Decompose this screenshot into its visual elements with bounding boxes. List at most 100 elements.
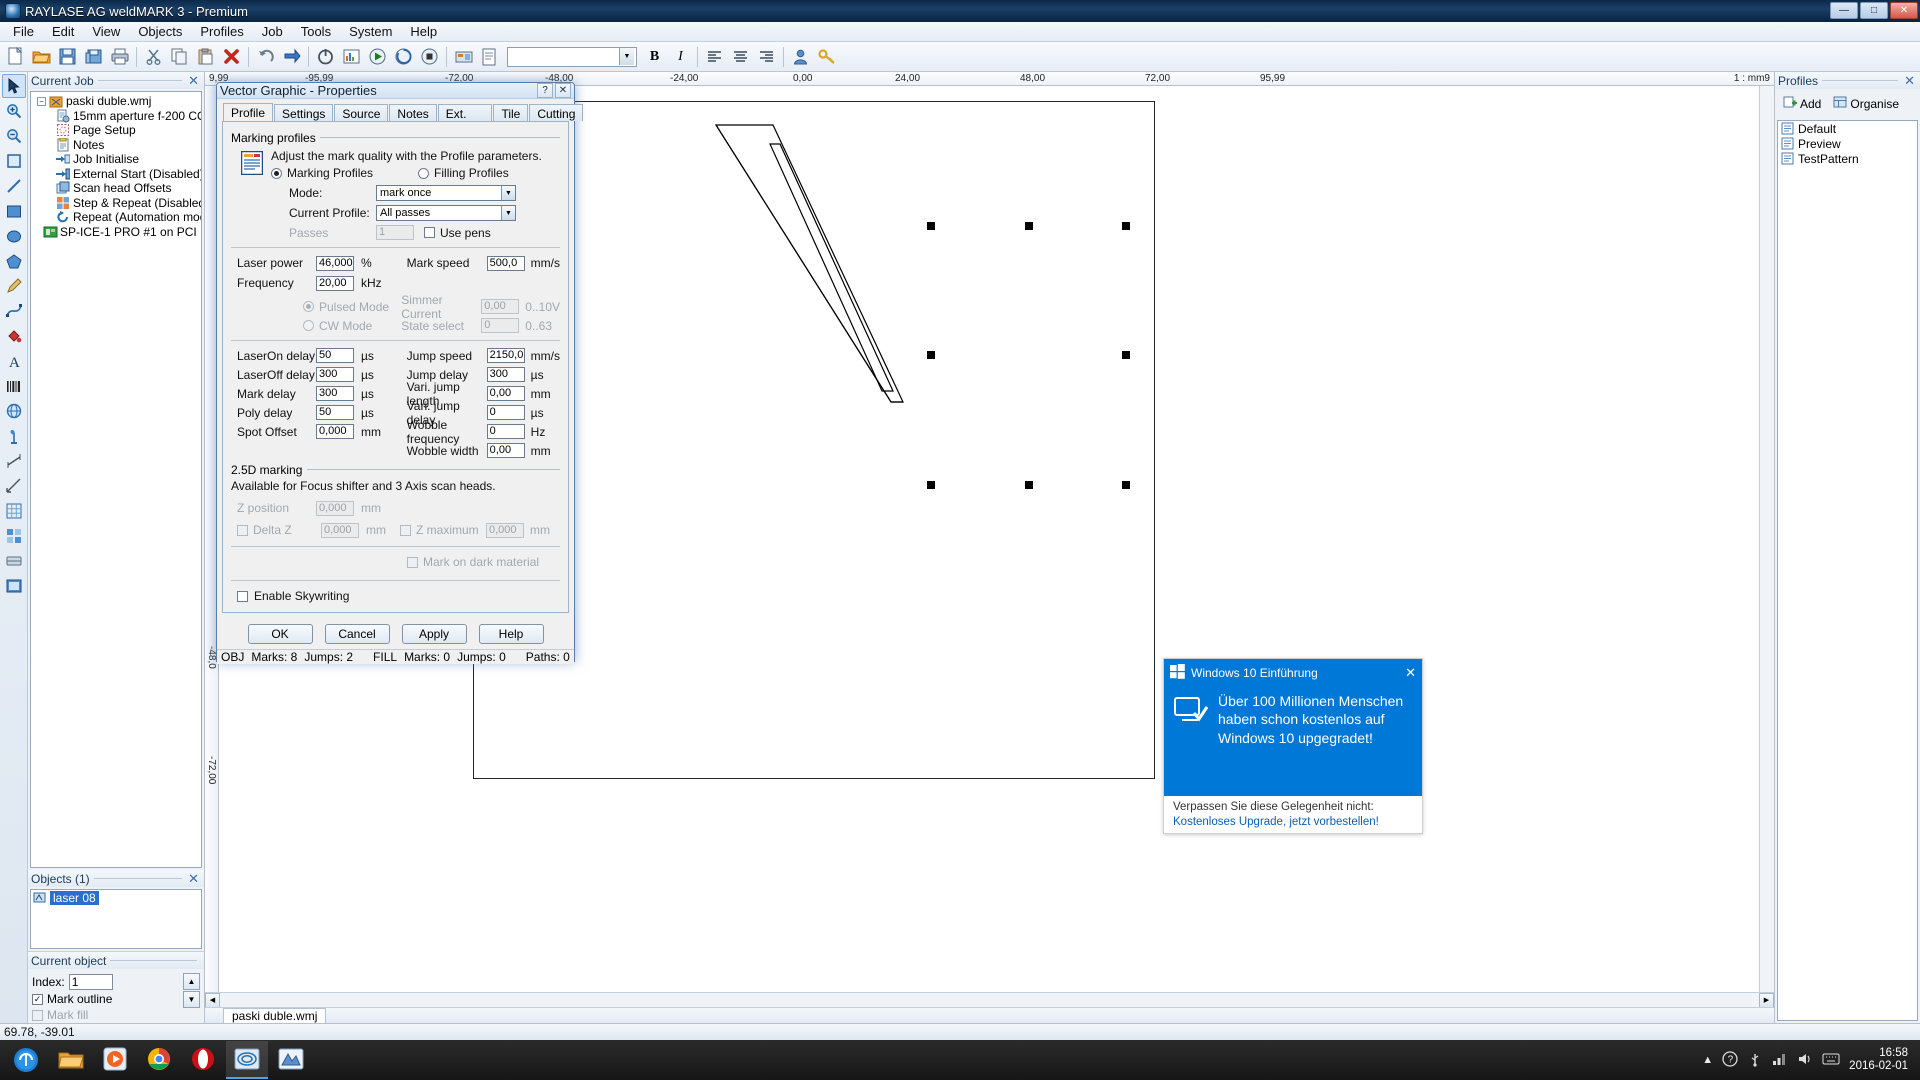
profiles-list[interactable]: Default Preview TestPattern <box>1777 120 1918 1021</box>
ok-button[interactable]: OK <box>247 624 313 644</box>
laser-power-input[interactable]: 46,000 <box>316 255 354 271</box>
bold-button[interactable]: B <box>642 44 667 69</box>
close-icon[interactable]: ✕ <box>555 83 571 98</box>
curve-icon[interactable] <box>2 299 26 323</box>
font-size-combo[interactable]: ▼ <box>507 46 637 67</box>
add-profile-button[interactable]: Add <box>1778 92 1826 115</box>
open-icon[interactable] <box>29 44 54 69</box>
index-stepper[interactable]: ▲ ▼ <box>183 973 200 1008</box>
zoom-out-icon[interactable] <box>2 124 26 148</box>
plant-icon[interactable] <box>2 424 26 448</box>
spot-offset-input[interactable]: 0,000 <box>316 424 354 439</box>
filling-profiles-radio[interactable] <box>418 167 430 179</box>
scroll-right-button[interactable]: ▶ <box>1759 992 1774 1008</box>
dimension-icon[interactable] <box>2 449 26 473</box>
weldmark-icon[interactable] <box>226 1041 268 1079</box>
mark-delay-input[interactable]: 300 <box>316 386 354 401</box>
menu-tools[interactable]: Tools <box>292 22 340 41</box>
tree-root[interactable]: − paski duble.wmj <box>31 94 201 109</box>
menu-file[interactable]: File <box>4 22 43 41</box>
key-icon[interactable] <box>814 44 839 69</box>
selection-handle[interactable] <box>927 481 935 489</box>
start-mark-icon[interactable] <box>365 44 390 69</box>
mode-combo[interactable]: mark once ▼ <box>376 185 516 201</box>
plate-icon[interactable] <box>2 549 26 573</box>
mark-outline-row[interactable]: ✓ Mark outline <box>32 991 179 1007</box>
zoom-in-icon[interactable] <box>2 99 26 123</box>
index-up-button[interactable]: ▲ <box>183 973 200 990</box>
list-item[interactable]: Preview <box>1778 136 1917 151</box>
canvas-horizontal-scrollbar[interactable]: ◀ ▶ <box>205 992 1774 1008</box>
tree-item-aperture[interactable]: 15mm aperture f-200 CO2 <box>31 109 201 124</box>
menu-objects[interactable]: Objects <box>129 22 191 41</box>
selection-handle[interactable] <box>1025 222 1033 230</box>
collapse-icon[interactable]: − <box>37 96 46 106</box>
start-icon[interactable] <box>4 1041 48 1079</box>
keyboard-icon[interactable] <box>1822 1053 1840 1068</box>
italic-button[interactable]: I <box>668 44 693 69</box>
jump-speed-input[interactable]: 2150,0 <box>486 348 525 363</box>
globe-icon[interactable] <box>2 399 26 423</box>
grid2-icon[interactable] <box>2 524 26 548</box>
align-left-icon[interactable] <box>702 44 727 69</box>
selection-handle[interactable] <box>1122 222 1130 230</box>
user-icon[interactable] <box>788 44 813 69</box>
selection-handle[interactable] <box>1122 351 1130 359</box>
pen-icon[interactable] <box>2 274 26 298</box>
tab-source[interactable]: Source <box>334 104 389 121</box>
help-icon[interactable]: ? <box>537 83 553 98</box>
tree-item-step-repeat[interactable]: Step & Repeat (Disabled) <box>31 196 201 211</box>
wobble-frequency-input[interactable]: 0 <box>486 424 525 439</box>
new-icon[interactable] <box>3 44 28 69</box>
tree-item-notes[interactable]: Notes <box>31 137 201 153</box>
tab-cutting[interactable]: Cutting <box>529 104 584 121</box>
media-player-icon[interactable] <box>94 1041 136 1079</box>
help-button[interactable]: Help <box>478 624 544 644</box>
menu-job[interactable]: Job <box>253 22 292 41</box>
app-icon[interactable] <box>270 1041 312 1079</box>
list-item[interactable]: Default <box>1778 121 1917 136</box>
jump-delay-input[interactable]: 300 <box>486 367 525 382</box>
poly-delay-input[interactable]: 50 <box>316 405 354 420</box>
tree-item-external-start[interactable]: External Start (Disabled) <box>31 167 201 182</box>
cancel-button[interactable]: Cancel <box>324 624 390 644</box>
close-icon[interactable]: ✕ <box>186 73 201 89</box>
menu-edit[interactable]: Edit <box>43 22 83 41</box>
rectangle-select-icon[interactable] <box>2 149 26 173</box>
tree-item-scan-head-offsets[interactable]: Scan head Offsets <box>31 181 201 196</box>
document-tab[interactable]: paski duble.wmj <box>223 1008 327 1023</box>
vari-jump-length-input[interactable]: 0,00 <box>486 386 525 401</box>
help-icon[interactable]: ? <box>1722 1050 1738 1070</box>
select-arrow-icon[interactable] <box>1 74 26 98</box>
scroll-left-button[interactable]: ◀ <box>205 992 220 1008</box>
polygon-icon[interactable] <box>2 249 26 273</box>
maximize-button[interactable]: □ <box>1860 2 1888 19</box>
menu-profiles[interactable]: Profiles <box>191 22 252 41</box>
close-icon[interactable]: ✕ <box>1902 73 1917 89</box>
taskbar-clock[interactable]: 16:58 2016-02-01 <box>1849 1047 1908 1073</box>
tree-item-repeat[interactable]: Repeat (Automation mode) <box>31 210 201 225</box>
grid-icon[interactable] <box>2 499 26 523</box>
align-center-icon[interactable] <box>728 44 753 69</box>
fill-icon[interactable] <box>2 324 26 348</box>
apply-button[interactable]: Apply <box>401 624 467 644</box>
tree-item-page-setup[interactable]: Page Setup <box>31 123 201 138</box>
job-tree[interactable]: − paski duble.wmj 15mm aperture f-200 CO… <box>30 91 202 868</box>
organise-profiles-button[interactable]: Organise <box>1828 92 1904 115</box>
opera-icon[interactable] <box>182 1041 224 1079</box>
vari-jump-delay-input[interactable]: 0 <box>486 405 525 420</box>
list-item[interactable]: laser 08 <box>31 890 201 905</box>
redo-icon[interactable] <box>279 44 304 69</box>
mark-speed-input[interactable]: 500,0 <box>486 255 525 271</box>
selection-handle[interactable] <box>1025 481 1033 489</box>
index-down-button[interactable]: ▼ <box>183 991 200 1008</box>
enable-skywriting-checkbox[interactable] <box>237 590 248 602</box>
minimize-button[interactable]: — <box>1830 2 1858 19</box>
usb-icon[interactable] <box>1747 1051 1763 1070</box>
align-right-icon[interactable] <box>754 44 779 69</box>
barcode-icon[interactable] <box>2 374 26 398</box>
close-icon[interactable]: ✕ <box>186 871 201 887</box>
chevron-down-icon[interactable]: ▼ <box>619 48 634 65</box>
network-icon[interactable] <box>1772 1052 1788 1069</box>
laseroff-delay-input[interactable]: 300 <box>316 367 354 382</box>
